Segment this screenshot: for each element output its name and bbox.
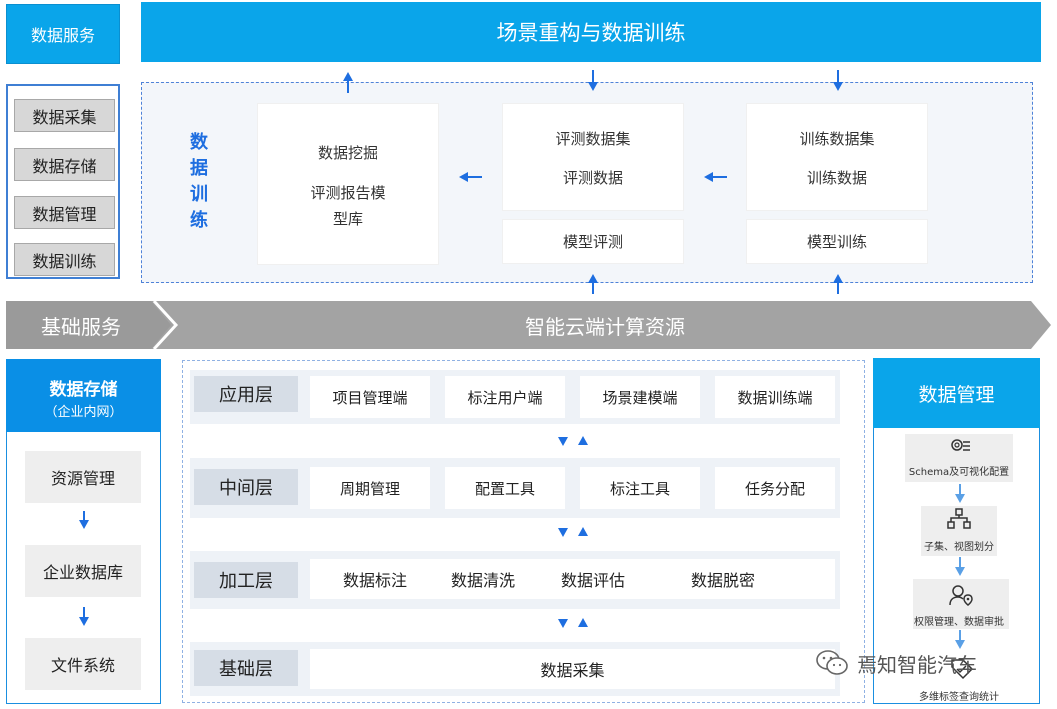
wechat-icon (816, 650, 848, 675)
application-layer-label: 应用层 (194, 376, 298, 412)
data-training-client[interactable]: 数据训练端 (715, 376, 835, 418)
enterprise-db-box[interactable]: 企业数据库 (25, 545, 141, 597)
connector-line (347, 80, 349, 93)
subset-view-label: 子集、视图划分 (924, 542, 994, 553)
data-evaluation[interactable]: 数据评估 (548, 559, 638, 599)
menu-item-management[interactable]: 数据管理 (14, 196, 115, 229)
up-arrow-icon (578, 436, 588, 445)
down-arrow-icon (833, 82, 843, 91)
down-arrow-icon (558, 619, 568, 628)
data-annotation[interactable]: 数据标注 (330, 559, 420, 599)
data-management-title: 数据管理 (873, 358, 1040, 428)
data-mining-title: 数据挖掘 (317, 144, 378, 162)
train-dataset-card: 训练数据集 训练数据 (747, 104, 927, 210)
model-train-button[interactable]: 模型训练 (747, 220, 927, 263)
up-arrow-icon (578, 527, 588, 536)
base-layer-label: 基础层 (194, 650, 298, 686)
file-system-box[interactable]: 文件系统 (25, 638, 141, 690)
data-collection-base[interactable]: 数据采集 (310, 649, 835, 689)
hierarchy-icon (947, 508, 971, 529)
data-service-label: 数据服务 (6, 4, 120, 64)
down-arrow-icon (558, 528, 568, 537)
down-arrow-icon (79, 617, 89, 626)
watermark: 焉知智能汽车 (815, 647, 1030, 679)
connector-line (712, 176, 727, 178)
menu-item-training[interactable]: 数据训练 (14, 243, 115, 276)
eval-data-label: 评测数据 (562, 169, 623, 187)
connector-line (959, 630, 961, 640)
connector-line (83, 607, 85, 617)
model-eval-button[interactable]: 模型评测 (503, 220, 683, 263)
annotation-user-client[interactable]: 标注用户端 (445, 376, 565, 418)
down-arrow-icon (588, 82, 598, 91)
schema-config-label: Schema及可视化配置 (908, 467, 1010, 478)
cycle-management[interactable]: 周期管理 (310, 467, 430, 509)
annotation-tool[interactable]: 标注工具 (580, 467, 700, 509)
down-arrow-icon (955, 494, 965, 503)
down-arrow-icon (955, 567, 965, 576)
multi-tag-query-label: 多维标签查询统计 (919, 692, 999, 703)
permission-label: 权限管理、数据审批 (914, 617, 1004, 628)
menu-item-storage[interactable]: 数据存储 (14, 148, 115, 181)
resource-management-box[interactable]: 资源管理 (25, 451, 141, 503)
data-desensitization[interactable]: 数据脱密 (678, 559, 768, 599)
down-arrow-icon (558, 437, 568, 446)
report-model-lib-line1: 评测报告模 (310, 184, 386, 202)
middle-layer-label: 中间层 (194, 469, 298, 505)
data-cleaning[interactable]: 数据清洗 (438, 559, 528, 599)
config-tool[interactable]: 配置工具 (445, 467, 565, 509)
data-training-vertical-label: 数 据 训 练 (190, 132, 208, 231)
down-arrow-icon (79, 520, 89, 529)
base-services-label: 基础服务 (41, 314, 121, 339)
data-storage-subtitle: （企业内网） (44, 405, 123, 420)
connector-line (959, 484, 961, 494)
task-assignment[interactable]: 任务分配 (715, 467, 835, 509)
left-menu-panel: 数据采集 数据存储 数据管理 数据训练 (6, 84, 120, 279)
report-model-lib-line2: 型库 (332, 210, 363, 228)
connector-line (837, 70, 839, 82)
connector-line (837, 282, 839, 294)
cloud-compute-label: 智能云端计算资源 (525, 314, 685, 339)
data-mining-card: 数据挖掘 评测报告模 型库 (258, 104, 438, 264)
connector-line (592, 70, 594, 82)
watermark-text: 焉知智能汽车 (857, 652, 977, 677)
train-data-label: 训练数据 (806, 169, 867, 187)
project-management-client[interactable]: 项目管理端 (310, 376, 430, 418)
connector-line (959, 557, 961, 567)
eval-dataset-card: 评测数据集 评测数据 (503, 104, 683, 210)
connector-line (592, 282, 594, 294)
settings-list-icon (951, 439, 970, 451)
menu-item-collection[interactable]: 数据采集 (14, 99, 115, 132)
connector-line (83, 511, 85, 521)
scene-modeling-client[interactable]: 场景建模端 (580, 376, 700, 418)
user-lock-icon (949, 585, 973, 606)
connector-line (467, 176, 482, 178)
eval-dataset-title: 评测数据集 (555, 130, 631, 148)
scene-reconstruction-banner: 场景重构与数据训练 (141, 2, 1041, 62)
train-dataset-title: 训练数据集 (799, 130, 875, 148)
processing-layer-label: 加工层 (194, 562, 298, 598)
data-storage-header: 数据存储 （企业内网） (6, 359, 161, 432)
data-storage-title: 数据存储 (49, 380, 118, 400)
up-arrow-icon (578, 618, 588, 627)
